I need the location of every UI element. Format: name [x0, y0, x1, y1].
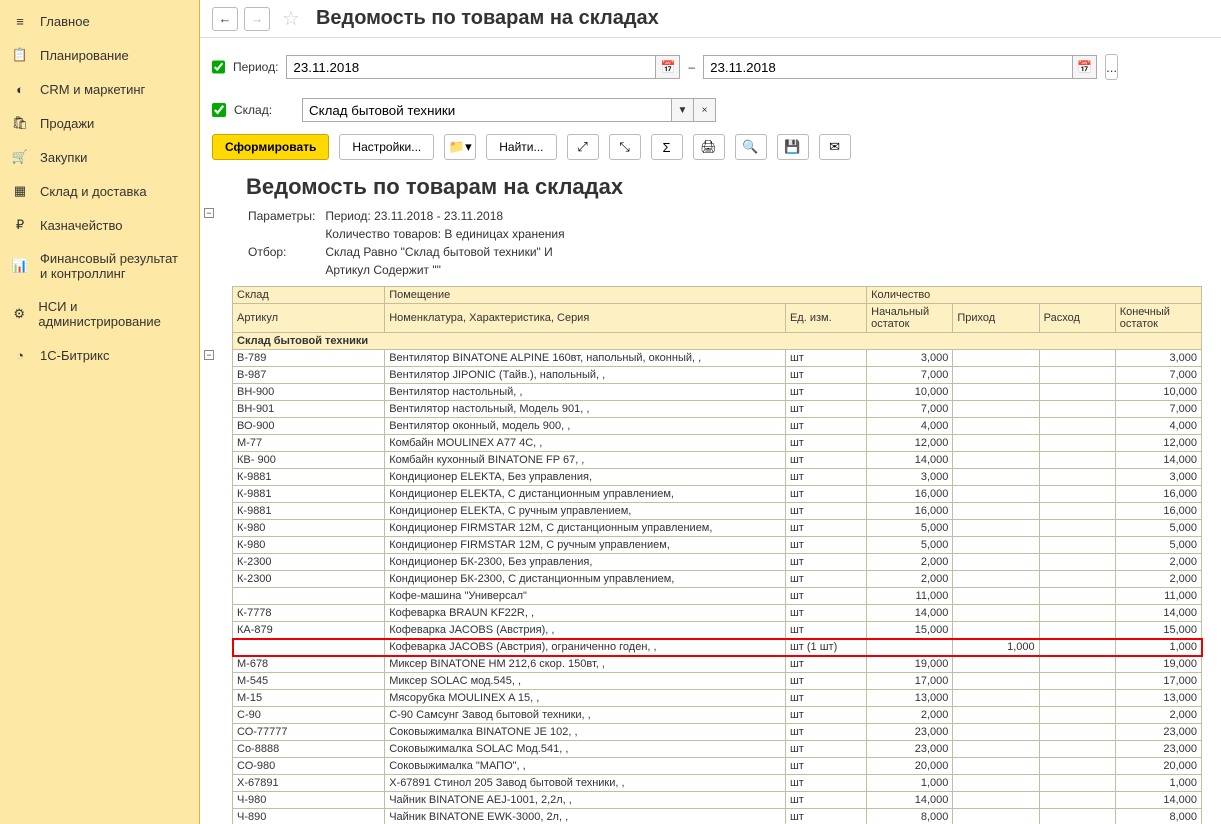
email-button[interactable]: ✉ [819, 134, 851, 160]
table-row[interactable]: К-9881Кондиционер ELEKTA, Без управления… [233, 469, 1202, 486]
table-row[interactable]: Х-67891Х-67891 Стинол 205 Завод бытовой … [233, 775, 1202, 792]
sidebar-item-label: Склад и доставка [40, 184, 147, 199]
table-row[interactable]: СО-980Соковыжималка "МАПО", ,шт20,00020,… [233, 758, 1202, 775]
date-to-calendar-icon[interactable]: 📅 [1073, 55, 1097, 79]
sidebar-item-label: Главное [40, 14, 90, 29]
nav-back-button[interactable]: ← [212, 7, 238, 31]
sidebar: ≡ Главное 📋 Планирование ◐ CRM и маркетинг 🛍 Пр… [0, 0, 200, 824]
table-row[interactable]: СО-77777Соковыжималка BINATONE JE 102, ,… [233, 724, 1202, 741]
table-row[interactable]: В-987Вентилятор JIPONIC (Тайв.), напольн… [233, 367, 1202, 384]
favorite-star-icon[interactable]: ☆ [282, 6, 300, 31]
sidebar-item-1[interactable]: 📋 Планирование [0, 38, 199, 72]
date-to-input[interactable] [703, 55, 1073, 79]
table-row[interactable]: К-9881Кондиционер ELEKTA, С ручным управ… [233, 503, 1202, 520]
topbar: ← → ☆ Ведомость по товарам на складах [200, 0, 1221, 38]
nav-forward-button[interactable]: → [244, 7, 270, 31]
table-row[interactable]: К-980Кондиционер FIRMSTAR 12M, С ручным … [233, 537, 1202, 554]
sidebar-item-2[interactable]: ◐ CRM и маркетинг [0, 72, 199, 106]
table-row[interactable]: В-789Вентилятор BINATONE ALPINE 160вт, н… [233, 350, 1202, 367]
group-row[interactable]: Склад бытовой техники [233, 333, 1202, 350]
table-row[interactable]: Ч-980Чайник BINATONE AEJ-1001, 2,2л, ,шт… [233, 792, 1202, 809]
table-row[interactable]: М-15Мясорубка MOULINEX A 15, ,шт13,00013… [233, 690, 1202, 707]
save-button[interactable]: 💾 [777, 134, 809, 160]
period-label: Период: [233, 60, 278, 74]
sidebar-item-label: Закупки [40, 150, 87, 165]
sidebar-item-0[interactable]: ≡ Главное [0, 4, 199, 38]
sidebar-item-label: Планирование [40, 48, 129, 63]
table-row[interactable]: К-9881Кондиционер ELEKTA, С дистанционны… [233, 486, 1202, 503]
sidebar-item-label: CRM и маркетинг [40, 82, 145, 97]
sum-button[interactable]: Σ [651, 134, 683, 160]
sidebar-item-label: НСИ и администрирование [38, 299, 187, 329]
sidebar-item-5[interactable]: ▦ Склад и доставка [0, 174, 199, 208]
table-row[interactable]: ВО-900Вентилятор оконный, модель 900, ,ш… [233, 418, 1202, 435]
sidebar-icon: ⚙ [12, 306, 26, 322]
date-from-calendar-icon[interactable]: 📅 [656, 55, 680, 79]
sidebar-icon: 📊 [12, 258, 28, 274]
sidebar-icon: 🛒 [12, 149, 28, 165]
table-row[interactable]: Кофе-машина "Универсал"шт11,00011,000 [233, 588, 1202, 605]
table-row[interactable]: КВ- 900Комбайн кухонный BINATONE FP 67, … [233, 452, 1202, 469]
table-row[interactable]: Ч-890Чайник BINATONE EWK-3000, 2л, ,шт8,… [233, 809, 1202, 824]
date-from-input[interactable] [286, 55, 656, 79]
main-area: ← → ☆ Ведомость по товарам на складах Пе… [200, 0, 1221, 824]
collapse-group-icon[interactable]: − [204, 350, 214, 360]
report-area: − Ведомость по товарам на складах Параме… [200, 170, 1221, 824]
sidebar-icon: ₽ [12, 217, 28, 233]
table-row[interactable]: М-545Миксер SOLAC мод.545, ,шт17,00017,0… [233, 673, 1202, 690]
sidebar-icon: ≡ [12, 13, 28, 29]
report-table: Склад Помещение Количество Артикул Номен… [232, 286, 1202, 824]
sidebar-icon: 📋 [12, 47, 28, 63]
table-row[interactable]: Кофеварка JACOBS (Австрия), ограниченно … [233, 639, 1202, 656]
table-row[interactable]: ВН-901Вентилятор настольный, Модель 901,… [233, 401, 1202, 418]
table-row[interactable]: К-980Кондиционер FIRMSTAR 12M, С дистанц… [233, 520, 1202, 537]
table-row[interactable]: К-7778Кофеварка BRAUN KF22R, ,шт14,00014… [233, 605, 1202, 622]
collapse-button[interactable]: ⤡ [609, 134, 641, 160]
table-row[interactable]: КА-879Кофеварка JACOBS (Австрия), ,шт15,… [233, 622, 1202, 639]
sklad-checkbox[interactable] [212, 103, 226, 117]
sidebar-icon: ▦ [12, 183, 28, 199]
preview-button[interactable]: 🔍 [735, 134, 767, 160]
sidebar-item-9[interactable]: ◔ 1С-Битрикс [0, 338, 199, 372]
period-more-button[interactable]: ... [1105, 54, 1118, 80]
table-row[interactable]: С-90С-90 Самсунг Завод бытовой техники, … [233, 707, 1202, 724]
table-row[interactable]: К-2300Кондиционер БК-2300, С дистанционн… [233, 571, 1202, 588]
page-title: Ведомость по товарам на складах [316, 7, 659, 30]
report-title: Ведомость по товарам на складах [212, 170, 1209, 206]
expand-button[interactable]: ⤢ [567, 134, 599, 160]
sidebar-item-label: 1С-Битрикс [40, 348, 110, 363]
table-row[interactable]: М-678Миксер BINATONE HM 212,6 скор. 150в… [233, 656, 1202, 673]
sidebar-icon: 🛍 [12, 115, 28, 131]
sidebar-item-3[interactable]: 🛍 Продажи [0, 106, 199, 140]
date-dash: – [688, 60, 695, 74]
variants-button[interactable]: 📁▾ [444, 134, 476, 160]
form-button[interactable]: Сформировать [212, 134, 329, 160]
sklad-label: Склад: [234, 103, 294, 117]
sidebar-item-label: Финансовый результат и контроллинг [40, 251, 187, 281]
report-params: Параметры:Период: 23.11.2018 - 23.11.201… [212, 206, 575, 280]
settings-button[interactable]: Настройки... [339, 134, 434, 160]
sidebar-item-label: Продажи [40, 116, 94, 131]
sidebar-item-6[interactable]: ₽ Казначейство [0, 208, 199, 242]
find-button[interactable]: Найти... [486, 134, 556, 160]
collapse-params-icon[interactable]: − [204, 208, 214, 218]
sklad-dropdown-icon[interactable]: ▼ [672, 98, 694, 122]
toolbar: Сформировать Настройки... 📁▾ Найти... ⤢ … [200, 130, 1221, 170]
sklad-clear-icon[interactable]: × [694, 98, 716, 122]
table-row[interactable]: М-77Комбайн MOULINEX A77 4C, ,шт12,00012… [233, 435, 1202, 452]
sklad-input[interactable] [302, 98, 672, 122]
sidebar-item-label: Казначейство [40, 218, 122, 233]
period-checkbox[interactable] [212, 60, 225, 74]
sidebar-icon: ◔ [12, 347, 28, 363]
sidebar-item-4[interactable]: 🛒 Закупки [0, 140, 199, 174]
table-row[interactable]: ВН-900Вентилятор настольный, ,шт10,00010… [233, 384, 1202, 401]
print-button[interactable]: 🖨 [693, 134, 725, 160]
sidebar-icon: ◐ [12, 81, 28, 97]
params-panel: Период: 📅 – 📅 ... Детализация до регистр… [200, 38, 1221, 130]
table-row[interactable]: Со-8888Соковыжималка SOLAC Мод.541, ,шт2… [233, 741, 1202, 758]
sidebar-item-8[interactable]: ⚙ НСИ и администрирование [0, 290, 199, 338]
table-row[interactable]: К-2300Кондиционер БК-2300, Без управлени… [233, 554, 1202, 571]
sidebar-item-7[interactable]: 📊 Финансовый результат и контроллинг [0, 242, 199, 290]
